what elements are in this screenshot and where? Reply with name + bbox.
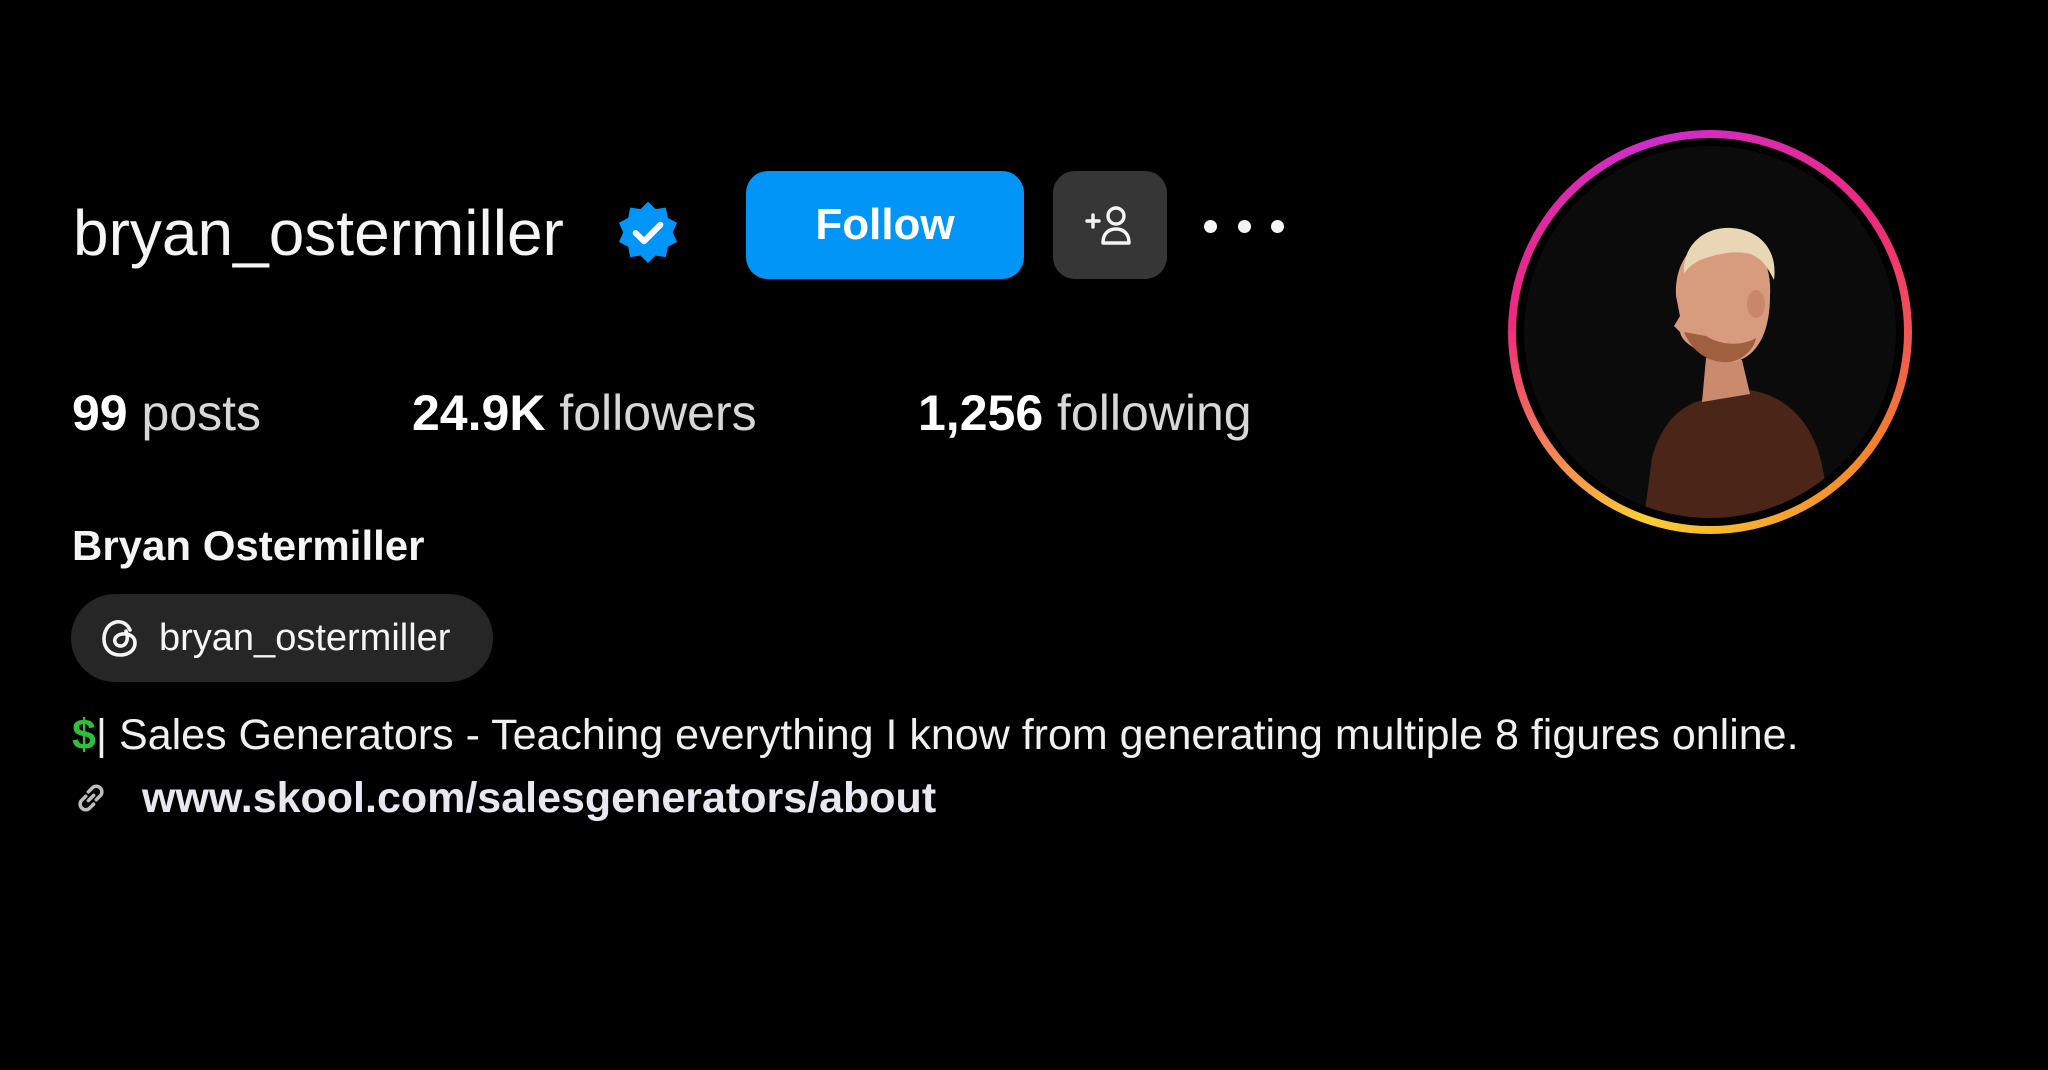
more-options-icon-dot: [1237, 219, 1251, 233]
profile-full-name: Bryan Ostermiller: [72, 522, 425, 569]
threads-icon: [102, 619, 137, 657]
profile-avatar[interactable]: [1508, 130, 1912, 534]
profile-link[interactable]: www.skool.com/salesgenerators/about: [142, 774, 936, 823]
following-count: 1,256: [918, 385, 1044, 441]
link-icon: [78, 784, 104, 812]
follow-button[interactable]: Follow: [746, 171, 1024, 279]
bio-text: | Sales Generators - Teaching everything…: [95, 711, 1799, 759]
followers-label: followers: [559, 385, 757, 441]
more-options-icon: [1204, 219, 1217, 233]
dollar-emoji: $: [72, 711, 96, 759]
followers-count: 24.9K: [412, 385, 546, 441]
avatar-photo: [1524, 146, 1896, 518]
more-options-button[interactable]: [1204, 196, 1284, 256]
avatar-person-silhouette: [1644, 227, 1830, 518]
following-stat[interactable]: 1,256 following: [918, 378, 1252, 448]
more-options-icon-dot: [1271, 219, 1284, 233]
profile-username: bryan_ostermiller: [73, 197, 564, 269]
posts-stat: 99 posts: [72, 378, 261, 448]
suggest-users-button[interactable]: [1053, 171, 1167, 279]
followers-stat[interactable]: 24.9K followers: [412, 378, 757, 448]
follow-button-label: Follow: [815, 200, 955, 249]
profile-bio: $| Sales Generators - Teaching everythin…: [72, 705, 1799, 765]
posts-label: posts: [141, 385, 262, 441]
following-label: following: [1057, 385, 1252, 441]
posts-count: 99: [72, 385, 128, 441]
threads-badge-link[interactable]: bryan_ostermiller: [71, 594, 493, 682]
profile-link-row[interactable]: www.skool.com/salesgenerators/about: [70, 768, 936, 828]
verified-badge-icon: [618, 201, 678, 264]
threads-handle: bryan_ostermiller: [159, 616, 451, 659]
add-user-icon: [1085, 206, 1131, 245]
